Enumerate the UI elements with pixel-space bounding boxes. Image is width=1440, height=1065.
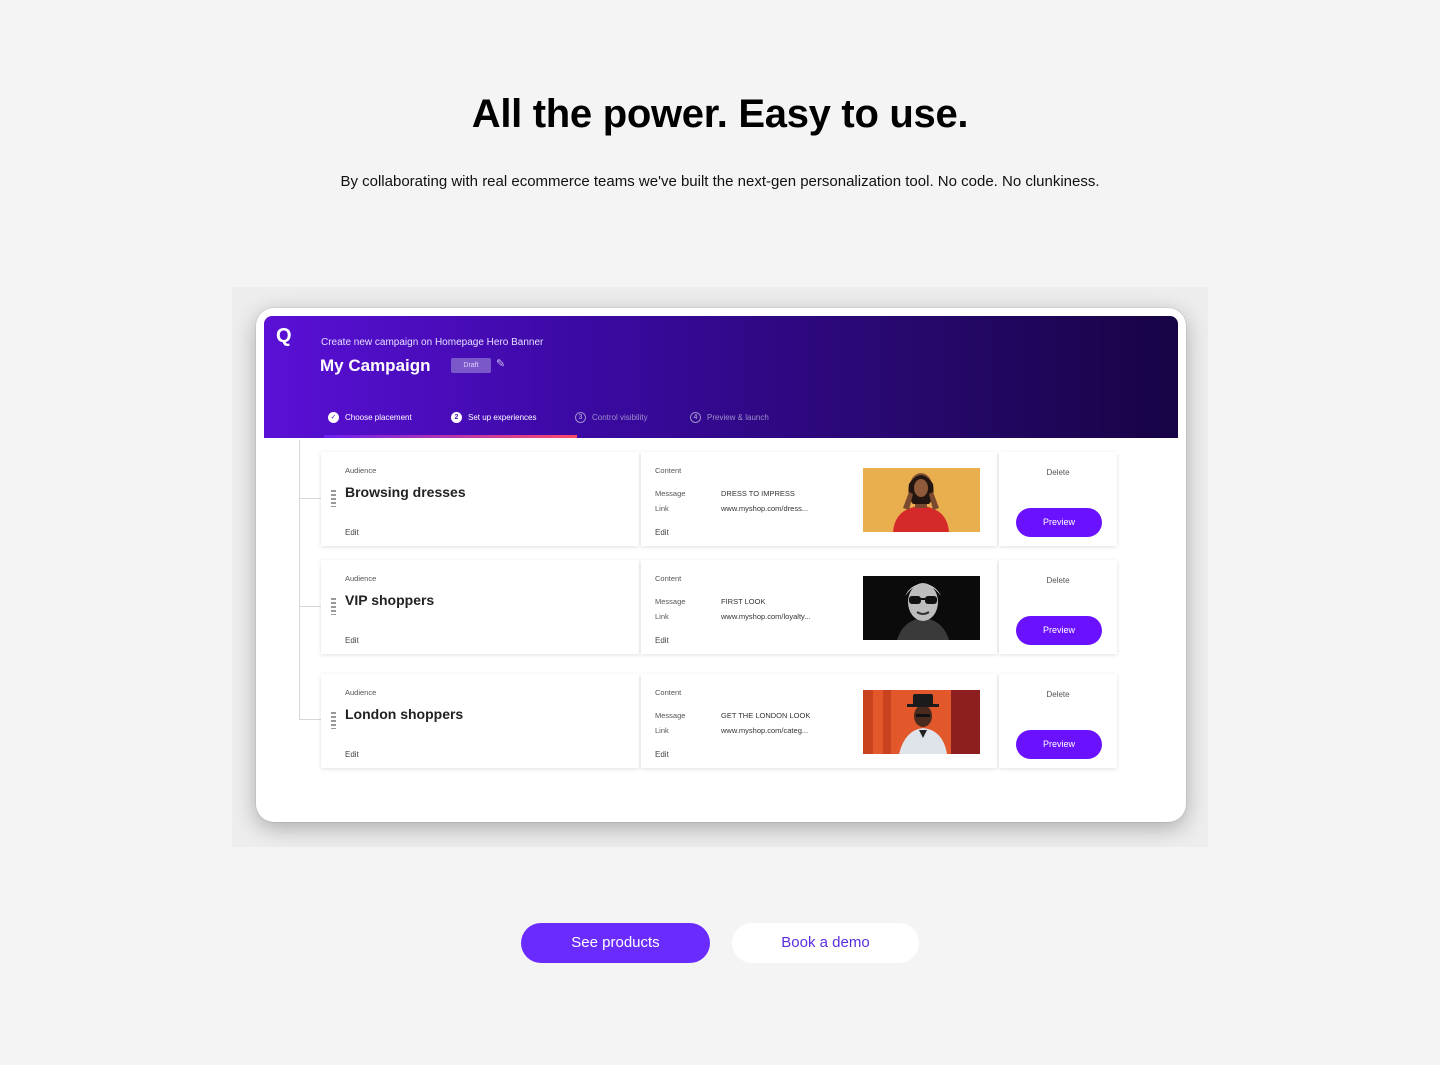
edit-content-link[interactable]: Edit — [655, 636, 669, 645]
message-value: DRESS TO IMPRESS — [721, 489, 795, 498]
link-value: www.myshop.com/categ... — [721, 726, 809, 735]
link-value: www.myshop.com/dress... — [721, 504, 809, 513]
actions-cell: Delete Preview — [999, 452, 1117, 546]
audience-name: Browsing dresses — [345, 484, 466, 500]
link-key: Link — [655, 726, 669, 735]
edit-audience-link[interactable]: Edit — [345, 528, 359, 537]
link-key: Link — [655, 504, 669, 513]
experience-row: Audience VIP shoppers Edit Content Messa… — [321, 560, 1117, 654]
audience-cell: Audience VIP shoppers Edit — [321, 560, 639, 654]
section-subtitle: By collaborating with real ecommerce tea… — [340, 173, 1100, 190]
step-preview-launch[interactable]: 4 Preview & launch — [690, 412, 769, 423]
content-cell: Content Message FIRST LOOK Link www.mysh… — [641, 560, 997, 654]
status-badge: Draft — [451, 358, 491, 373]
book-demo-button[interactable]: Book a demo — [732, 923, 919, 963]
content-image — [863, 468, 980, 532]
link-value: www.myshop.com/loyalty... — [721, 612, 811, 621]
content-image — [863, 690, 980, 754]
link-key: Link — [655, 612, 669, 621]
audience-cell: Audience London shoppers Edit — [321, 674, 639, 768]
preview-button[interactable]: Preview — [1016, 508, 1102, 537]
step-control-visibility[interactable]: 3 Control visibility — [575, 412, 648, 423]
audience-name: VIP shoppers — [345, 592, 435, 608]
delete-link[interactable]: Delete — [999, 468, 1117, 477]
message-value: GET THE LONDON LOOK — [721, 711, 811, 720]
campaign-header: Q Create new campaign on Homepage Hero B… — [264, 316, 1178, 438]
delete-link[interactable]: Delete — [999, 576, 1117, 585]
delete-link[interactable]: Delete — [999, 690, 1117, 699]
step-number-icon: 2 — [451, 412, 462, 423]
app-mockup: Q Create new campaign on Homepage Hero B… — [256, 308, 1186, 822]
experience-row: Audience London shoppers Edit Content Me… — [321, 674, 1117, 768]
step-label: Choose placement — [345, 413, 412, 422]
audience-label: Audience — [345, 466, 377, 475]
content-image — [863, 576, 980, 640]
audience-cell: Audience Browsing dresses Edit — [321, 452, 639, 546]
experience-row: Audience Browsing dresses Edit Content M… — [321, 452, 1117, 546]
tree-connector — [299, 719, 321, 720]
step-choose-placement[interactable]: ✓ Choose placement — [328, 412, 412, 423]
drag-handle-icon[interactable] — [331, 712, 336, 729]
edit-content-link[interactable]: Edit — [655, 750, 669, 759]
audience-label: Audience — [345, 574, 377, 583]
see-products-button[interactable]: See products — [521, 923, 710, 963]
breadcrumb: Create new campaign on Homepage Hero Ban… — [321, 337, 544, 348]
drag-handle-icon[interactable] — [331, 598, 336, 615]
message-value: FIRST LOOK — [721, 597, 766, 606]
step-label: Control visibility — [592, 413, 648, 422]
message-key: Message — [655, 489, 686, 498]
content-label: Content — [655, 574, 682, 583]
check-circle-icon: ✓ — [328, 412, 339, 423]
actions-cell: Delete Preview — [999, 674, 1117, 768]
edit-audience-link[interactable]: Edit — [345, 750, 359, 759]
drag-handle-icon[interactable] — [331, 490, 336, 507]
content-label: Content — [655, 688, 682, 697]
step-set-up-experiences[interactable]: 2 Set up experiences — [451, 412, 537, 423]
edit-content-link[interactable]: Edit — [655, 528, 669, 537]
tree-connector — [299, 498, 321, 499]
active-step-indicator — [324, 435, 577, 438]
step-number-icon: 3 — [575, 412, 586, 423]
step-label: Preview & launch — [707, 413, 769, 422]
step-number-icon: 4 — [690, 412, 701, 423]
tree-connector — [299, 606, 321, 607]
message-key: Message — [655, 597, 686, 606]
logo-q-icon: Q — [276, 325, 292, 347]
message-key: Message — [655, 711, 686, 720]
content-label: Content — [655, 466, 682, 475]
section-headline: All the power. Easy to use. — [471, 92, 969, 136]
campaign-title: My Campaign — [320, 356, 431, 375]
audience-label: Audience — [345, 688, 377, 697]
edit-audience-link[interactable]: Edit — [345, 636, 359, 645]
content-cell: Content Message DRESS TO IMPRESS Link ww… — [641, 452, 997, 546]
tree-connector — [299, 440, 300, 720]
pencil-icon[interactable]: ✎ — [496, 357, 505, 370]
preview-button[interactable]: Preview — [1016, 730, 1102, 759]
step-label: Set up experiences — [468, 413, 537, 422]
preview-button[interactable]: Preview — [1016, 616, 1102, 645]
actions-cell: Delete Preview — [999, 560, 1117, 654]
content-cell: Content Message GET THE LONDON LOOK Link… — [641, 674, 997, 768]
audience-name: London shoppers — [345, 706, 464, 722]
